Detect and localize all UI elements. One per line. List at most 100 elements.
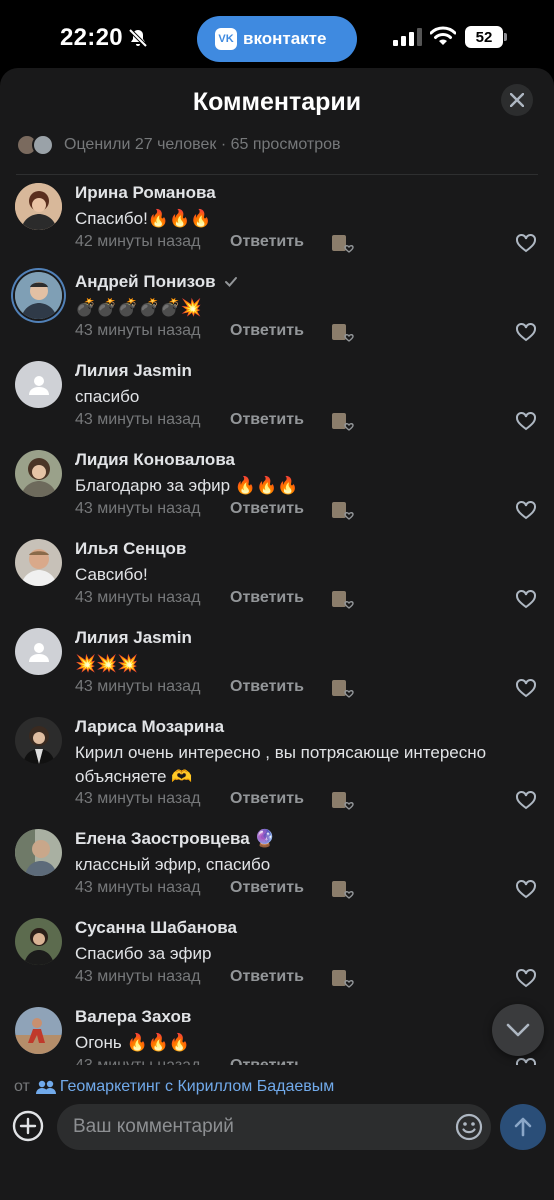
comment-author[interactable]: Андрей Понизов: [75, 272, 238, 292]
avatar[interactable]: [15, 183, 62, 230]
avatar: [32, 134, 54, 156]
heart-icon[interactable]: [515, 790, 537, 810]
comment-input[interactable]: [57, 1104, 491, 1150]
reply-button[interactable]: Ответить: [230, 968, 304, 986]
plus-icon[interactable]: [12, 1110, 44, 1142]
avatar[interactable]: [15, 361, 62, 408]
comment-composer: [0, 1100, 554, 1152]
comment-text: классный эфир, спасибо: [75, 855, 271, 874]
comment-item: Лидия Коновалова Благодарю за эфир 🔥🔥🔥 4…: [0, 442, 554, 531]
reaction-icon[interactable]: [330, 968, 356, 990]
heart-icon[interactable]: [515, 500, 537, 520]
comment-text: Савсибо!: [75, 565, 148, 584]
reaction-icon[interactable]: [330, 322, 356, 344]
group-name-link[interactable]: Геомаркетинг с Кириллом Бадаевым: [60, 1078, 334, 1096]
heart-icon[interactable]: [515, 968, 537, 988]
reply-button[interactable]: Ответить: [230, 589, 304, 607]
emoji-icon[interactable]: [455, 1113, 483, 1141]
scroll-down-button[interactable]: [492, 1004, 544, 1056]
heart-icon[interactable]: [515, 411, 537, 431]
reply-button[interactable]: Ответить: [230, 500, 304, 518]
avatar[interactable]: [15, 1007, 62, 1054]
reactions-summary[interactable]: Оценили 27 человек · 65 просмотров: [16, 132, 341, 158]
bell-slash-icon: [128, 28, 148, 48]
reply-button[interactable]: Ответить: [230, 233, 304, 251]
comment-item: Андрей Понизов 💣💣💣💣💣💥 43 минуты назад От…: [0, 264, 554, 353]
reply-button[interactable]: Ответить: [230, 879, 304, 897]
comment-author[interactable]: Лариса Мозарина: [75, 717, 224, 737]
comment-time: 43 минуты назад: [75, 589, 201, 606]
reply-button[interactable]: Ответить: [230, 322, 304, 340]
comment-time: 43 минуты назад: [75, 322, 201, 339]
reaction-icon[interactable]: [330, 678, 356, 700]
summary-text: Оценили 27 человек · 65 просмотров: [64, 136, 341, 153]
close-icon: [510, 93, 524, 107]
avatar[interactable]: [15, 717, 62, 764]
heart-icon[interactable]: [515, 879, 537, 899]
reply-button[interactable]: Ответить: [230, 678, 304, 696]
comment-text: Спасибо за эфир: [75, 944, 212, 963]
reaction-icon[interactable]: [330, 589, 356, 611]
app-return-pill[interactable]: VK вконтакте: [197, 16, 357, 62]
comment-time: 43 минуты назад: [75, 500, 201, 517]
comments-list[interactable]: Ирина Романова Спасибо!🔥🔥🔥 42 минуты наз…: [0, 175, 554, 1065]
reaction-icon[interactable]: [330, 233, 356, 255]
comment-item: Елена Заостровцева 🔮 классный эфир, спас…: [0, 821, 554, 910]
comment-item: Валера Захов Огонь 🔥🔥🔥 43 минуты назад О…: [0, 999, 554, 1065]
avatar[interactable]: [15, 539, 62, 586]
battery-icon: 52: [465, 26, 507, 48]
sheet-title: Комментарии: [192, 88, 362, 116]
comment-author[interactable]: Валера Захов: [75, 1007, 191, 1027]
comment-author[interactable]: Сусанна Шабанова: [75, 918, 237, 938]
posting-as[interactable]: от Геомаркетинг с Кириллом Бадаевым: [14, 1078, 334, 1096]
send-arrow-icon: [514, 1117, 532, 1137]
send-button[interactable]: [500, 1104, 546, 1150]
avatar[interactable]: [15, 450, 62, 497]
app-pill-label: вконтакте: [243, 29, 327, 48]
reaction-icon[interactable]: [330, 790, 356, 812]
heart-icon[interactable]: [515, 322, 537, 342]
verified-check-icon: [224, 277, 237, 287]
comment-author[interactable]: Лидия Коновалова: [75, 450, 235, 470]
comments-sheet: Комментарии Оценили 27 человек · 65 прос…: [0, 68, 554, 1200]
comment-author[interactable]: Илья Сенцов: [75, 539, 186, 559]
liked-avatars: [16, 134, 56, 156]
avatar[interactable]: [15, 628, 62, 675]
comment-time: 43 минуты назад: [75, 879, 201, 896]
status-bar: 22:20 VK вконтакте 52: [0, 0, 554, 72]
comment-time: 42 минуты назад: [75, 233, 201, 250]
close-button[interactable]: [501, 84, 533, 116]
reaction-icon[interactable]: [330, 500, 356, 522]
comment-item: Ирина Романова Спасибо!🔥🔥🔥 42 минуты наз…: [0, 175, 554, 264]
heart-icon[interactable]: [515, 589, 537, 609]
reply-button[interactable]: Ответить: [230, 1057, 304, 1065]
comment-item: Лариса Мозарина Кирил очень интересно , …: [0, 709, 554, 821]
comment-text: Кирил очень интересно , вы потрясающе ин…: [75, 743, 487, 786]
heart-icon[interactable]: [515, 1057, 537, 1065]
comment-text: 💣💣💣💣💣💥: [75, 298, 203, 317]
vk-logo: VK: [215, 28, 237, 50]
heart-icon[interactable]: [515, 678, 537, 698]
reply-button[interactable]: Ответить: [230, 411, 304, 429]
avatar[interactable]: [15, 272, 62, 319]
battery-level: 52: [465, 26, 503, 48]
comment-time: 43 минуты назад: [75, 411, 201, 428]
reaction-icon[interactable]: [330, 411, 356, 433]
signal-icon: [393, 28, 422, 46]
comment-item: Лилия Jasmin спасибо 43 минуты назад Отв…: [0, 353, 554, 442]
comment-time: 43 минуты назад: [75, 790, 201, 807]
comment-text: 💥💥💥: [75, 654, 139, 673]
comment-author[interactable]: Лилия Jasmin: [75, 628, 192, 648]
user-placeholder-icon: [28, 642, 49, 662]
group-icon: [35, 1080, 56, 1094]
comment-author[interactable]: Лилия Jasmin: [75, 361, 192, 381]
comment-author[interactable]: Ирина Романова: [75, 183, 216, 203]
avatar[interactable]: [15, 918, 62, 965]
reaction-icon[interactable]: [330, 879, 356, 901]
reply-button[interactable]: Ответить: [230, 790, 304, 808]
comment-author[interactable]: Елена Заостровцева 🔮: [75, 829, 276, 849]
wifi-icon: [430, 26, 456, 45]
user-placeholder-icon: [28, 375, 49, 395]
heart-icon[interactable]: [515, 233, 537, 253]
avatar[interactable]: [15, 829, 62, 876]
